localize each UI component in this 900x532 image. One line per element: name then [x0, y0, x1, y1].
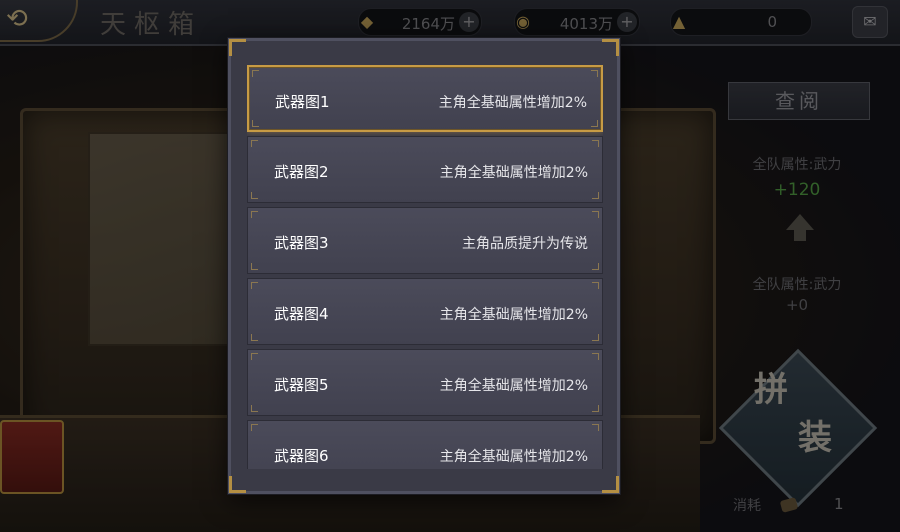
weapon-map-name: 武器图1 — [275, 93, 330, 111]
weapon-map-name: 武器图2 — [274, 163, 329, 181]
weapon-map-effect: 主角全基础属性增加2% — [439, 307, 588, 323]
frame-corner — [602, 39, 619, 56]
frame-corner — [602, 476, 619, 493]
weapon-map-list-dialog: 武器图1 主角全基础属性增加2% 武器图2 主角全基础属性增加2% 武器图3 主… — [228, 38, 620, 494]
list-item[interactable]: 武器图2 主角全基础属性增加2% — [247, 136, 603, 203]
list-item[interactable]: 武器图4 主角全基础属性增加2% — [247, 278, 603, 345]
weapon-map-effect: 主角品质提升为传说 — [462, 236, 588, 252]
frame-corner — [229, 476, 246, 493]
weapon-map-name: 武器图6 — [274, 447, 329, 465]
weapon-map-name: 武器图3 — [274, 234, 329, 252]
weapon-map-effect: 主角全基础属性增加2% — [439, 449, 588, 465]
frame-corner — [229, 39, 246, 56]
list-item[interactable]: 武器图3 主角品质提升为传说 — [247, 207, 603, 274]
weapon-map-name: 武器图5 — [274, 376, 329, 394]
weapon-map-list[interactable]: 武器图1 主角全基础属性增加2% 武器图2 主角全基础属性增加2% 武器图3 主… — [247, 65, 603, 469]
weapon-map-effect: 主角全基础属性增加2% — [438, 95, 587, 111]
weapon-map-effect: 主角全基础属性增加2% — [439, 378, 588, 394]
list-item[interactable]: 武器图1 主角全基础属性增加2% — [247, 65, 603, 132]
weapon-map-name: 武器图4 — [274, 305, 329, 323]
list-item[interactable]: 武器图6 主角全基础属性增加2% — [247, 420, 603, 469]
list-item[interactable]: 武器图5 主角全基础属性增加2% — [247, 349, 603, 416]
weapon-map-effect: 主角全基础属性增加2% — [439, 165, 588, 181]
